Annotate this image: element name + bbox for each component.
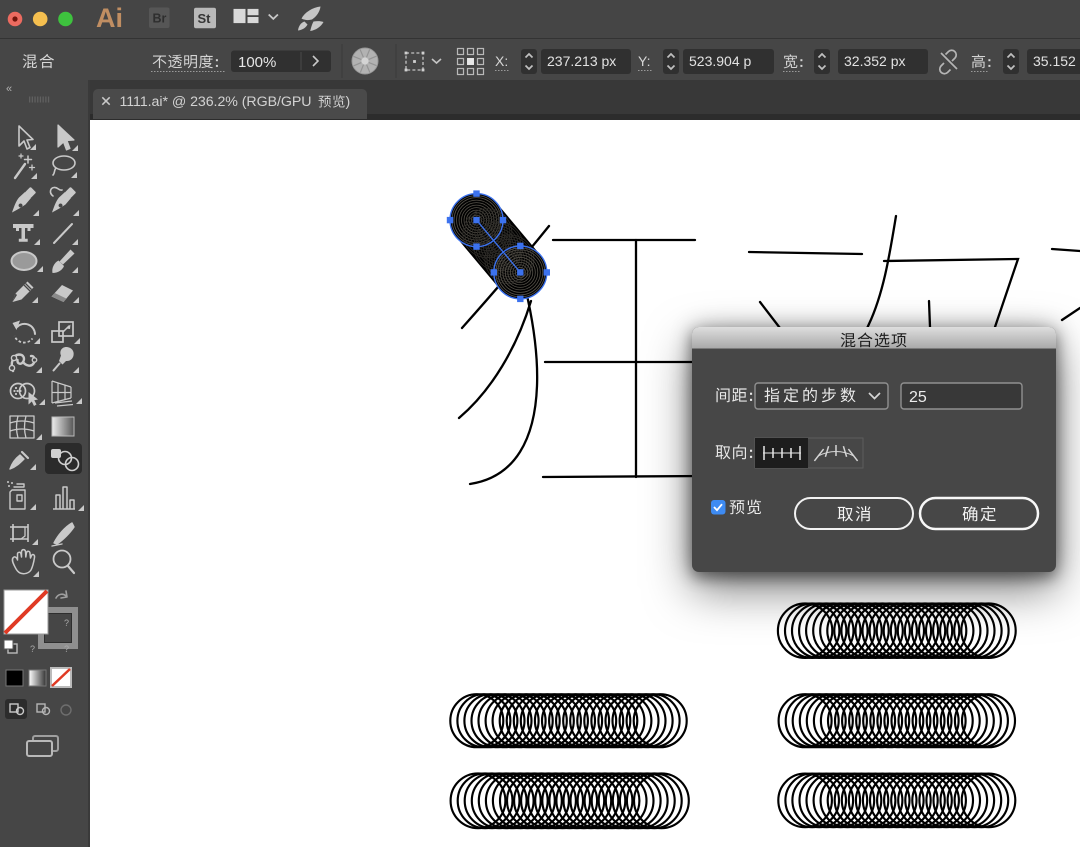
svg-text:25: 25 [909,389,927,406]
